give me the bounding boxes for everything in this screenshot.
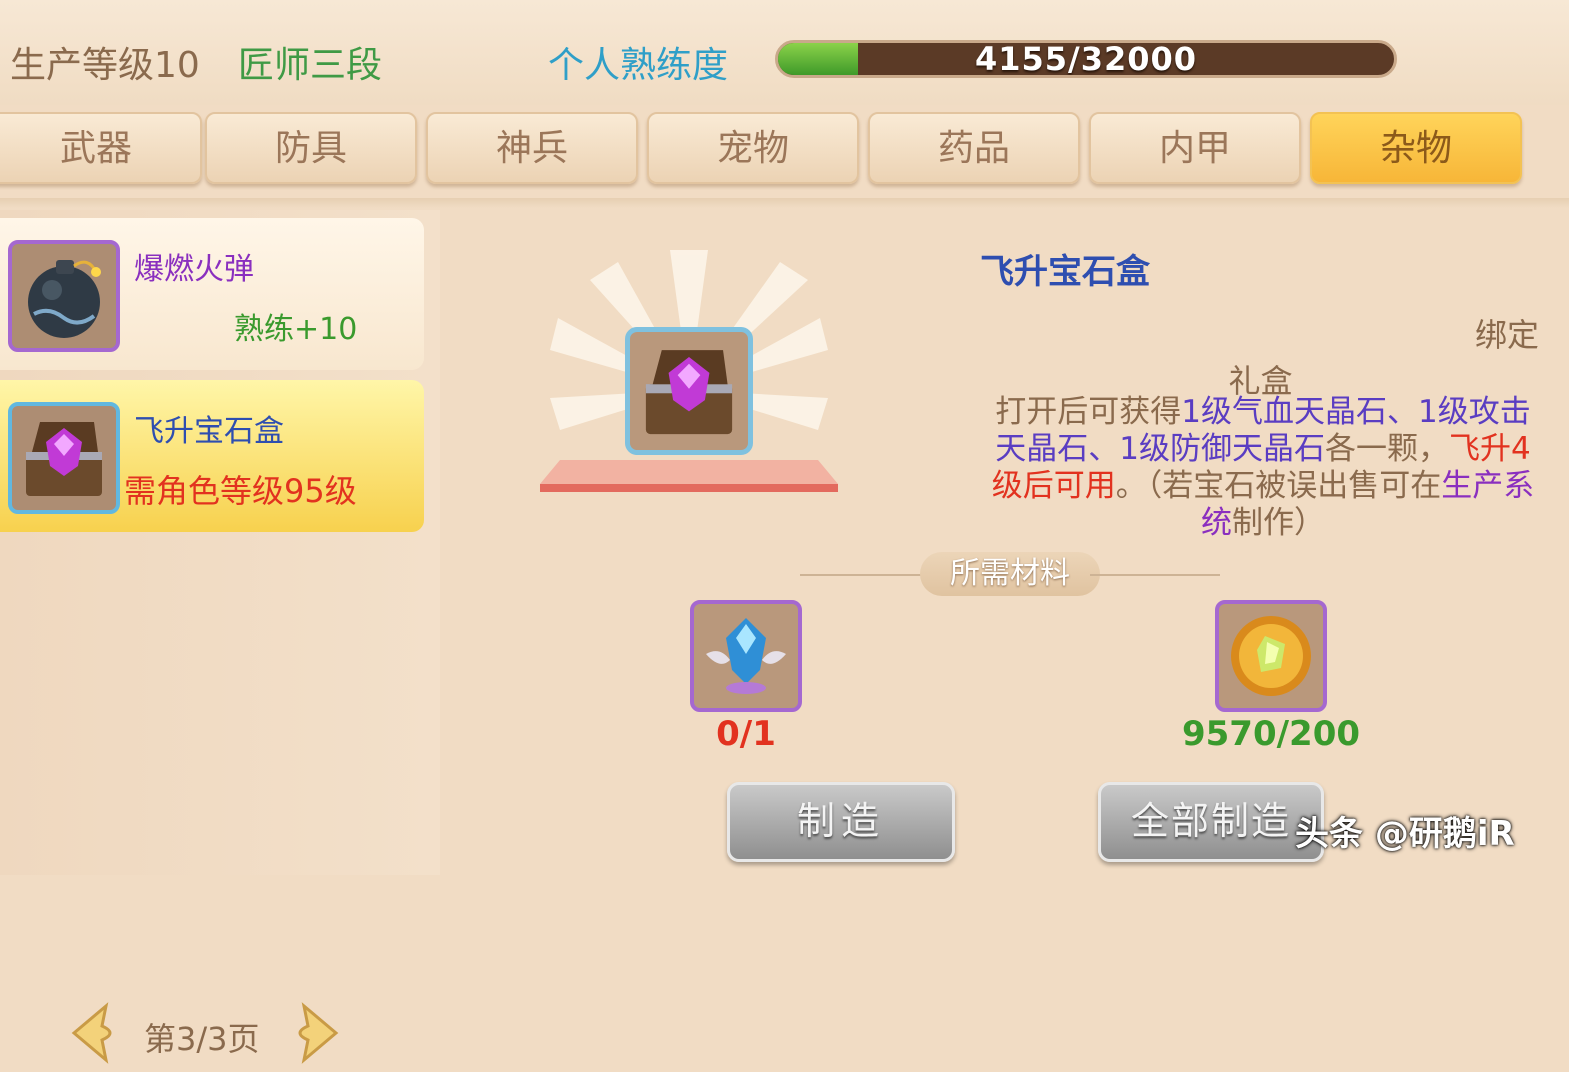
tab-medicine[interactable]: 药品 [868, 112, 1080, 184]
material-slot[interactable]: 9570/200 [1182, 600, 1360, 754]
category-tabs: 武器 防具 神兵 宠物 药品 内甲 杂物 [0, 112, 1569, 192]
watermark: 头条 @研鹅iR [1295, 814, 1515, 854]
tab-pets[interactable]: 宠物 [647, 112, 859, 184]
item-title: 飞升宝石盒 [980, 252, 1150, 292]
tab-weapons[interactable]: 武器 [0, 112, 202, 184]
materials-header: 所需材料 [800, 550, 1220, 600]
recipe-requirement: 需角色等级95级 [124, 472, 357, 510]
desc-text: 。（若宝石被误出售可在 [1115, 468, 1442, 504]
prev-page-icon[interactable] [66, 1000, 122, 1066]
proficiency-progress-bar: 4155/32000 [775, 40, 1397, 78]
proficiency-label: 个人熟练度 [548, 45, 729, 86]
item-info-panel: 飞升宝石盒 绑定 礼盒 打开后可获得1级气血天晶石、1级攻击天晶石、1级防御天晶… [932, 210, 1569, 545]
tab-armor[interactable]: 防具 [205, 112, 417, 184]
tab-inner-armor[interactable]: 内甲 [1089, 112, 1301, 184]
fire-bomb-icon [8, 240, 120, 352]
tab-divider [0, 198, 1569, 208]
divider-line [800, 574, 930, 576]
tab-misc[interactable]: 杂物 [1310, 112, 1522, 184]
next-page-icon[interactable] [288, 1000, 344, 1066]
recipe-list: 爆燃火弹 熟练+10 飞升宝石盒 需角色等级95级 第3/3页 [0, 210, 440, 1064]
item-description: 打开后可获得1级气血天晶石、1级攻击天晶石、1级防御天晶石各一颗，飞升4级后可用… [986, 394, 1540, 542]
production-level: 生产等级10 [10, 45, 200, 86]
craftsman-rank: 匠师三段 [238, 45, 383, 86]
recipe-name: 飞升宝石盒 [134, 414, 284, 449]
recipe-item-gem-box[interactable]: 飞升宝石盒 需角色等级95级 [0, 380, 424, 532]
page-indicator: 第3/3页 [144, 1020, 260, 1058]
divider-line [1090, 574, 1220, 576]
tab-divine-weapons[interactable]: 神兵 [426, 112, 638, 184]
desc-text: 各一颗， [1325, 431, 1449, 467]
proficiency-value: 4155/32000 [974, 40, 1198, 78]
gold-gem-coin-icon [1215, 600, 1327, 712]
gem-box-large-icon [625, 327, 753, 455]
make-button[interactable]: 制造 [727, 782, 955, 862]
materials-label: 所需材料 [920, 552, 1100, 596]
winged-crystal-icon [690, 600, 802, 712]
pager: 第3/3页 [60, 1000, 360, 1072]
header-bar: 生产等级10 匠师三段 个人熟练度 4155/32000 [0, 0, 1569, 105]
desc-text: 制作） [1232, 505, 1325, 541]
recipe-proficiency: 熟练+10 [234, 312, 358, 347]
pedestal [540, 460, 838, 492]
recipe-item-fire-bomb[interactable]: 爆燃火弹 熟练+10 [0, 218, 424, 370]
desc-text: 打开后可获得 [995, 394, 1182, 430]
recipe-name: 爆燃火弹 [134, 252, 254, 287]
make-all-button[interactable]: 全部制造 [1098, 782, 1324, 862]
item-preview [440, 210, 930, 545]
bind-status: 绑定 [1474, 316, 1539, 354]
gem-box-icon [8, 402, 120, 514]
material-count: 0/1 [716, 714, 776, 754]
material-count: 9570/200 [1181, 714, 1361, 754]
material-slot[interactable]: 0/1 [690, 600, 802, 754]
